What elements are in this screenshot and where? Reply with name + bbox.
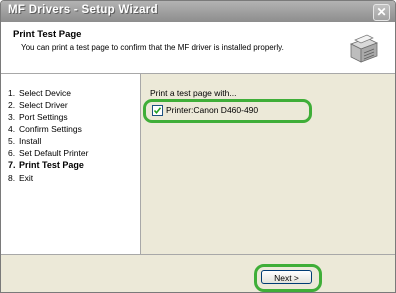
- content-panel: Print a test page with... Printer:Canon …: [140, 74, 395, 254]
- page-title: Print Test Page: [13, 29, 82, 40]
- step-install: 5. Install: [8, 136, 42, 146]
- step-port-settings: 3. Port Settings: [8, 112, 68, 122]
- step-set-default-printer: 6. Set Default Printer: [8, 148, 89, 158]
- close-button[interactable]: ✕: [373, 4, 390, 21]
- wizard-footer: Next >: [1, 254, 395, 292]
- printer-checkbox[interactable]: [152, 105, 163, 116]
- step-select-device: 1. Select Device: [8, 88, 71, 98]
- wizard-header: Print Test Page You can print a test pag…: [1, 22, 395, 74]
- window-title: MF Drivers - Setup Wizard: [8, 4, 158, 16]
- title-bar: MF Drivers - Setup Wizard ✕: [1, 1, 395, 22]
- checkmark-icon: [153, 107, 162, 115]
- setup-wizard-window: MF Drivers - Setup Wizard ✕ Print Test P…: [0, 0, 396, 293]
- printer-option-highlight: Printer:Canon D460-490: [143, 99, 312, 123]
- next-button[interactable]: Next >: [261, 270, 312, 284]
- page-description: You can print a test page to confirm tha…: [21, 43, 284, 52]
- step-confirm-settings: 4. Confirm Settings: [8, 124, 82, 134]
- step-exit: 8. Exit: [8, 173, 34, 183]
- printer-icon: [345, 30, 381, 66]
- content-heading: Print a test page with...: [150, 88, 237, 98]
- step-print-test-page: 7. Print Test Page: [8, 160, 84, 170]
- step-select-driver: 2. Select Driver: [8, 100, 68, 110]
- steps-list: 1. Select Device 2. Select Driver 3. Port S…: [1, 74, 140, 254]
- close-icon: ✕: [376, 5, 387, 19]
- next-button-highlight: Next >: [254, 264, 322, 292]
- printer-option-label: Printer:Canon D460-490: [166, 105, 259, 115]
